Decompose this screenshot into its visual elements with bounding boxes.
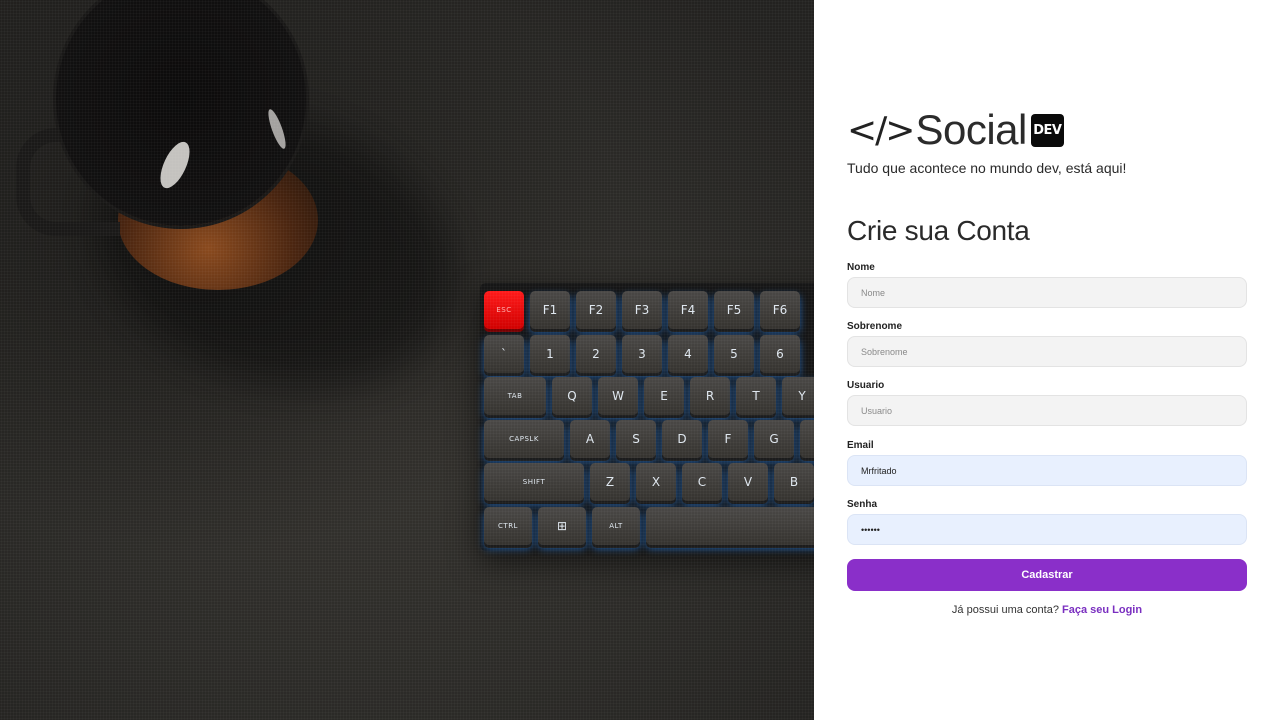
keyboard-key: Z [590,463,630,501]
keyboard-key: V [728,463,768,501]
sobrenome-label: Sobrenome [847,321,903,332]
usuario-label: Usuario [847,380,885,391]
brand-name: Social [915,106,1027,153]
dev-badge: DEV [1030,113,1064,147]
keyboard-key: T [736,377,776,415]
signup-panel: </> Social DEV Tudo que acontece no mund… [814,0,1280,720]
keyboard-key: F1 [530,291,570,329]
keyboard-key: F2 [576,291,616,329]
cadastrar-button[interactable]: Cadastrar [847,559,1247,591]
keyboard-key: C [682,463,722,501]
keyboard-key: SHIFT [484,463,584,501]
keyboard-key: ALT [592,507,640,545]
code-brackets-icon: </> [847,109,915,151]
login-prompt-line: Já possui uma conta? Faça seu Login [814,604,1280,616]
senha-label: Senha [847,499,878,510]
login-link[interactable]: Faça seu Login [1062,604,1142,616]
email-input[interactable] [847,455,1247,486]
keyboard-key: D [662,420,702,458]
keyboard-key: B [774,463,814,501]
keyboard-key: ` [484,335,524,373]
form-title: Crie sua Conta [847,215,1030,246]
keyboard-key: F3 [622,291,662,329]
keyboard-key: A [570,420,610,458]
tagline: Tudo que acontece no mundo dev, está aqu… [847,160,1127,176]
keyboard-key: E [644,377,684,415]
password-input[interactable] [847,514,1247,545]
usuario-input[interactable] [847,395,1247,426]
keyboard-key: X [636,463,676,501]
hero-photo: ESC F1 F2 F3 F4 F5 F6 ` 1 2 3 4 5 6 TAB Q W E R T Y CAPSLK A S D… [0,0,814,720]
keyboard-key: Q [552,377,592,415]
nome-input[interactable] [847,277,1247,308]
keyboard-key: TAB [484,377,546,415]
keyboard-key: ESC [484,291,524,329]
keyboard-key: S [616,420,656,458]
keyboard-key: F6 [760,291,800,329]
keyboard-key: W [598,377,638,415]
keyboard-key [646,507,814,545]
keyboard-key: F [708,420,748,458]
keyboard-key: 4 [668,335,708,373]
keyboard-key: F4 [668,291,708,329]
nome-label: Nome [847,262,875,273]
keyboard-key: 5 [714,335,754,373]
keyboard-key: H [800,420,814,458]
brand-logo: </> Social DEV [847,106,1064,154]
keyboard-key: 1 [530,335,570,373]
keyboard-key: ⊞ [538,507,586,545]
email-label: Email [847,440,874,451]
keyboard-key: 3 [622,335,662,373]
keyboard: ESC F1 F2 F3 F4 F5 F6 ` 1 2 3 4 5 6 TAB Q W E R T Y CAPSLK A S D… [480,283,814,551]
keyboard-key: 2 [576,335,616,373]
keyboard-key: G [754,420,794,458]
keyboard-key: Y [782,377,814,415]
keyboard-key: F5 [714,291,754,329]
keyboard-key: CTRL [484,507,532,545]
keyboard-key: R [690,377,730,415]
sobrenome-input[interactable] [847,336,1247,367]
keyboard-key: 6 [760,335,800,373]
keyboard-key: CAPSLK [484,420,564,458]
login-prompt: Já possui uma conta? [951,604,1059,616]
